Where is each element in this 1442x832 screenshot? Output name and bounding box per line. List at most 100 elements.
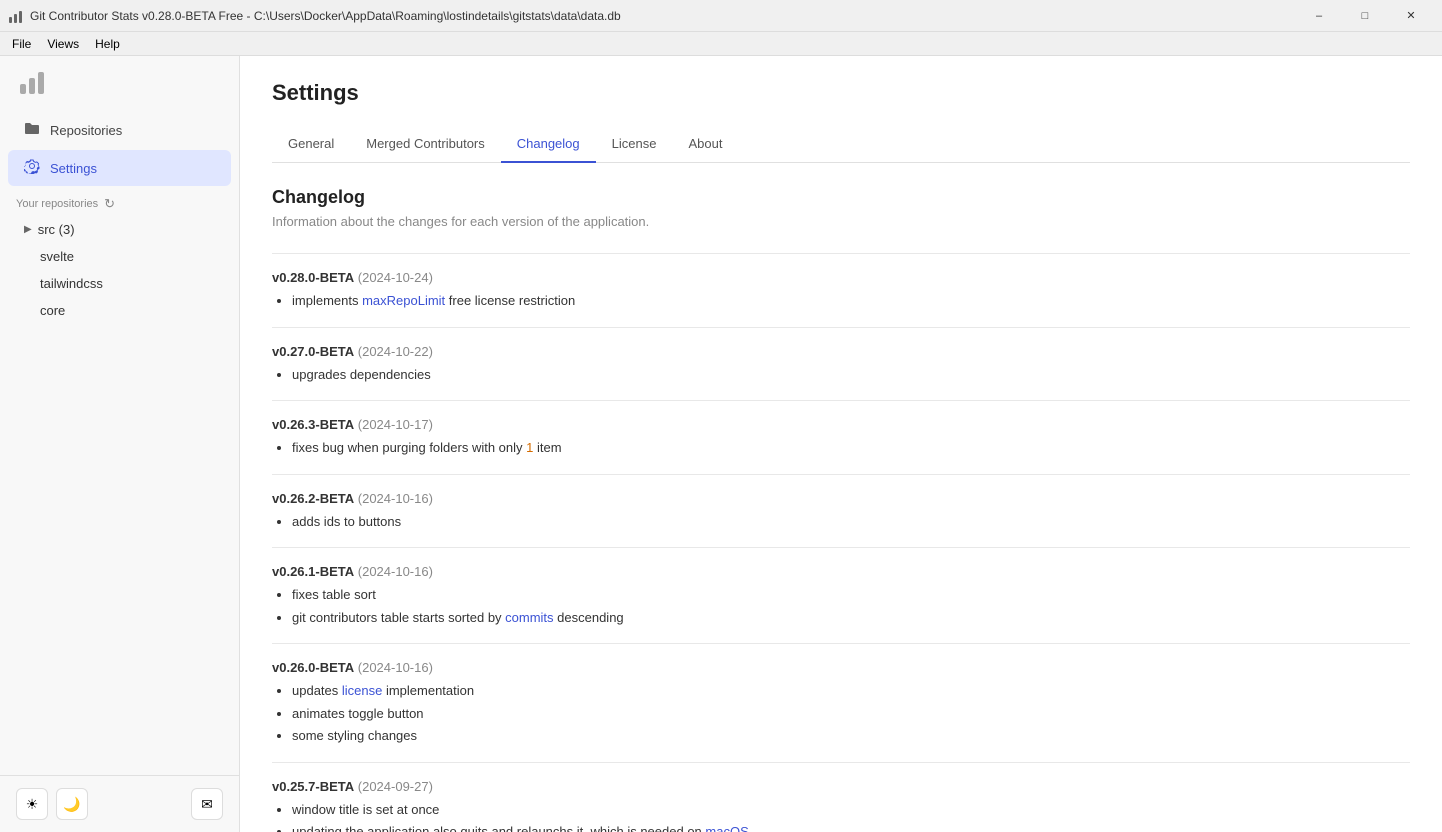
version-block-0260: v0.26.0-BETA (2024-10-16) updates licens… bbox=[272, 660, 1410, 746]
tab-changelog[interactable]: Changelog bbox=[501, 126, 596, 163]
version-block-028: v0.28.0-BETA (2024-10-24) implements max… bbox=[272, 270, 1410, 311]
repo-item-svelte[interactable]: svelte bbox=[8, 243, 231, 270]
menubar: File Views Help bbox=[0, 32, 1442, 56]
version-date-0257: (2024-09-27) bbox=[358, 779, 433, 794]
list-item: fixes table sort bbox=[292, 585, 1410, 605]
list-item: window title is set at once bbox=[292, 800, 1410, 820]
highlight: commits bbox=[505, 610, 553, 625]
sidebar-repositories-label: Repositories bbox=[50, 123, 122, 138]
version-items-0262: adds ids to buttons bbox=[272, 512, 1410, 532]
sidebar-navigation: Repositories Settings Your repositories … bbox=[0, 102, 239, 775]
sidebar-item-settings[interactable]: Settings bbox=[8, 150, 231, 186]
version-header-027: v0.27.0-BETA (2024-10-22) bbox=[272, 344, 1410, 359]
bar2 bbox=[29, 78, 35, 94]
dark-mode-button[interactable]: 🌙 bbox=[56, 788, 88, 820]
menu-help[interactable]: Help bbox=[87, 35, 128, 53]
version-tag-028: v0.28.0-BETA bbox=[272, 270, 354, 285]
divider-3 bbox=[272, 400, 1410, 401]
divider-5 bbox=[272, 547, 1410, 548]
menu-views[interactable]: Views bbox=[39, 35, 87, 53]
settings-tabs: General Merged Contributors Changelog Li… bbox=[272, 126, 1410, 163]
your-repos-label: Your repositories bbox=[16, 198, 98, 210]
repo-name-core: core bbox=[40, 303, 65, 318]
version-header-0262: v0.26.2-BETA (2024-10-16) bbox=[272, 491, 1410, 506]
version-tag-0257: v0.25.7-BETA bbox=[272, 779, 354, 794]
bar3 bbox=[38, 72, 44, 94]
version-block-0257: v0.25.7-BETA (2024-09-27) window title i… bbox=[272, 779, 1410, 832]
version-items-028: implements maxRepoLimit free license res… bbox=[272, 291, 1410, 311]
list-item: updates license implementation bbox=[292, 681, 1410, 701]
sidebar: Repositories Settings Your repositories … bbox=[0, 56, 240, 832]
version-header-0261: v0.26.1-BETA (2024-10-16) bbox=[272, 564, 1410, 579]
highlight: license bbox=[342, 683, 382, 698]
app-body: Repositories Settings Your repositories … bbox=[0, 56, 1442, 832]
version-tag-0260: v0.26.0-BETA bbox=[272, 660, 354, 675]
highlight: maxRepoLimit bbox=[362, 293, 445, 308]
version-block-0261: v0.26.1-BETA (2024-10-16) fixes table so… bbox=[272, 564, 1410, 627]
sidebar-item-repositories[interactable]: Repositories bbox=[8, 112, 231, 148]
tab-about[interactable]: About bbox=[672, 126, 738, 163]
list-item: git contributors table starts sorted by … bbox=[292, 608, 1410, 628]
repo-item-core[interactable]: core bbox=[8, 297, 231, 324]
version-block-0263: v0.26.3-BETA (2024-10-17) fixes bug when… bbox=[272, 417, 1410, 458]
version-items-0257: window title is set at once updating the… bbox=[272, 800, 1410, 832]
changelog-subtitle: Information about the changes for each v… bbox=[272, 214, 1410, 229]
list-item: adds ids to buttons bbox=[292, 512, 1410, 532]
repo-item-src[interactable]: ▶ src (3) bbox=[8, 216, 231, 243]
version-tag-027: v0.27.0-BETA bbox=[272, 344, 354, 359]
folder-icon bbox=[24, 120, 40, 140]
divider-7 bbox=[272, 762, 1410, 763]
version-tag-0263: v0.26.3-BETA bbox=[272, 417, 354, 432]
light-mode-button[interactable]: ☀ bbox=[16, 788, 48, 820]
tab-license[interactable]: License bbox=[596, 126, 673, 163]
close-button[interactable]: ✕ bbox=[1388, 0, 1434, 32]
version-header-028: v0.28.0-BETA (2024-10-24) bbox=[272, 270, 1410, 285]
changelog-section: Changelog Information about the changes … bbox=[272, 187, 1410, 832]
list-item: some styling changes bbox=[292, 726, 1410, 746]
version-header-0257: v0.25.7-BETA (2024-09-27) bbox=[272, 779, 1410, 794]
repo-name-src: src (3) bbox=[38, 222, 75, 237]
tab-general[interactable]: General bbox=[272, 126, 350, 163]
version-items-0260: updates license implementation animates … bbox=[272, 681, 1410, 746]
version-tag-0262: v0.26.2-BETA bbox=[272, 491, 354, 506]
maximize-button[interactable]: □ bbox=[1342, 0, 1388, 32]
refresh-icon[interactable]: ↻ bbox=[104, 196, 115, 212]
repo-list: ▶ src (3) svelte tailwindcss core bbox=[0, 216, 239, 324]
tab-merged-contributors[interactable]: Merged Contributors bbox=[350, 126, 501, 163]
highlight: macOS bbox=[705, 824, 748, 832]
list-item: implements maxRepoLimit free license res… bbox=[292, 291, 1410, 311]
bar1 bbox=[20, 84, 26, 94]
list-item: updating the application also quits and … bbox=[292, 822, 1410, 832]
list-item: animates toggle button bbox=[292, 704, 1410, 724]
sidebar-settings-label: Settings bbox=[50, 161, 97, 176]
version-date-0263: (2024-10-17) bbox=[358, 417, 433, 432]
minimize-button[interactable]: – bbox=[1296, 0, 1342, 32]
version-items-0261: fixes table sort git contributors table … bbox=[272, 585, 1410, 627]
changelog-title: Changelog bbox=[272, 187, 1410, 208]
chevron-right-icon: ▶ bbox=[24, 224, 32, 235]
divider-2 bbox=[272, 327, 1410, 328]
titlebar-title: Git Contributor Stats v0.28.0-BETA Free … bbox=[30, 9, 1296, 23]
page-title: Settings bbox=[272, 80, 1410, 106]
version-block-0262: v0.26.2-BETA (2024-10-16) adds ids to bu… bbox=[272, 491, 1410, 532]
divider-6 bbox=[272, 643, 1410, 644]
version-items-027: upgrades dependencies bbox=[272, 365, 1410, 385]
main-content: Settings General Merged Contributors Cha… bbox=[240, 56, 1442, 832]
version-date-0260: (2024-10-16) bbox=[358, 660, 433, 675]
list-item: upgrades dependencies bbox=[292, 365, 1410, 385]
repo-item-tailwindcss[interactable]: tailwindcss bbox=[8, 270, 231, 297]
version-tag-0261: v0.26.1-BETA bbox=[272, 564, 354, 579]
version-date-028: (2024-10-24) bbox=[358, 270, 433, 285]
repo-name-svelte: svelte bbox=[40, 249, 74, 264]
version-date-0261: (2024-10-16) bbox=[358, 564, 433, 579]
logo-icon bbox=[20, 72, 219, 94]
version-items-0263: fixes bug when purging folders with only… bbox=[272, 438, 1410, 458]
version-date-0262: (2024-10-16) bbox=[358, 491, 433, 506]
highlight: 1 bbox=[526, 440, 533, 455]
sidebar-logo bbox=[0, 56, 239, 102]
your-repos-section: Your repositories ↻ bbox=[0, 188, 239, 216]
menu-file[interactable]: File bbox=[4, 35, 39, 53]
version-block-027: v0.27.0-BETA (2024-10-22) upgrades depen… bbox=[272, 344, 1410, 385]
mail-button[interactable]: ✉ bbox=[191, 788, 223, 820]
repo-name-tailwindcss: tailwindcss bbox=[40, 276, 103, 291]
